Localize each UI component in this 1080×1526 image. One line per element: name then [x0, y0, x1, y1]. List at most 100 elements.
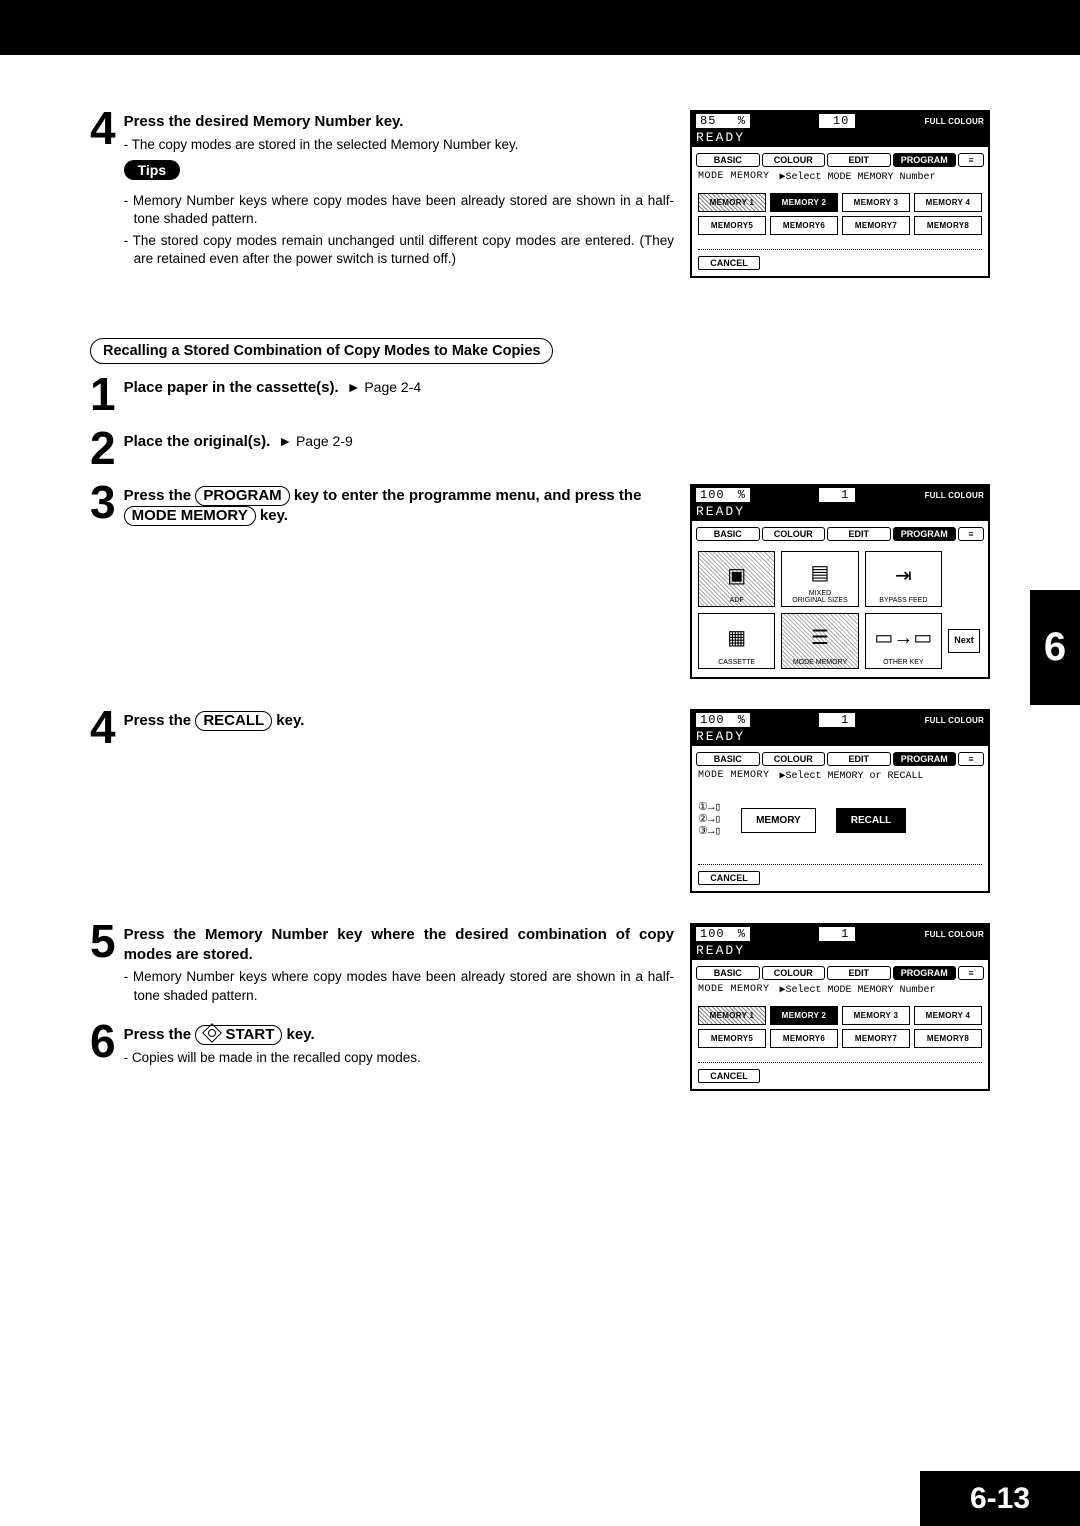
lcd-full-colour: FULL COLOUR — [925, 117, 984, 126]
prog-other-key-button[interactable]: ▭→▭OTHER KEY — [865, 613, 942, 669]
lcd-tab-icon[interactable]: ≡ — [958, 966, 984, 980]
reference-arrow-icon: ► — [347, 379, 361, 395]
lcd-tab-program[interactable]: PROGRAM — [893, 527, 957, 541]
step-sub: - The copy modes are stored in the selec… — [124, 136, 674, 154]
memory-1-button[interactable]: MEMORY 1 — [698, 1006, 766, 1025]
lcd-tab-edit[interactable]: EDIT — [827, 752, 891, 766]
page-reference: Page 2-9 — [296, 433, 353, 449]
lcd-tab-edit[interactable]: EDIT — [827, 153, 891, 167]
section-title-pill: Recalling a Stored Combination of Copy M… — [90, 338, 553, 364]
page-reference: Page 2-4 — [364, 379, 421, 395]
memory-8-button[interactable]: MEMORY8 — [914, 1029, 982, 1048]
tip-text: - Memory Number keys where copy modes ha… — [124, 192, 674, 228]
lcd-ready: READY — [692, 943, 988, 960]
prog-mixed-button[interactable]: ▤MIXED ORIGINAL SIZES — [781, 551, 858, 607]
prog-adf-button[interactable]: ▣ADF — [698, 551, 775, 607]
step-number: 6 — [90, 1023, 116, 1067]
lcd-tab-edit[interactable]: EDIT — [827, 966, 891, 980]
lcd-screen-3: 100 % 1 FULL COLOUR READY BASIC COLOUR E… — [690, 709, 990, 893]
memory-4-button[interactable]: MEMORY 4 — [914, 1006, 982, 1025]
lcd-prompt-prefix: MODE MEMORY — [698, 770, 770, 782]
memory-7-button[interactable]: MEMORY7 — [842, 1029, 910, 1048]
lcd-tab-basic[interactable]: BASIC — [696, 966, 760, 980]
lcd-count: 1 — [819, 488, 855, 502]
lcd-tab-program[interactable]: PROGRAM — [893, 966, 957, 980]
lcd-tab-icon[interactable]: ≡ — [958, 527, 984, 541]
lcd-zoom: 85 — [700, 114, 716, 128]
memory-button[interactable]: MEMORY — [741, 808, 816, 833]
prog-mode-memory-button[interactable]: ☰MODE MEMORY — [781, 613, 858, 669]
memory-7-button[interactable]: MEMORY7 — [842, 216, 910, 235]
lcd-count: 10 — [819, 114, 855, 128]
prog-bypass-button[interactable]: ⇥BYPASS FEED — [865, 551, 942, 607]
lcd-prompt-prefix: MODE MEMORY — [698, 984, 770, 996]
lcd-tab-basic[interactable]: BASIC — [696, 153, 760, 167]
lcd-prompt: ▶Select MEMORY or RECALL — [780, 770, 924, 782]
tip-text: - The stored copy modes remain unchanged… — [124, 232, 674, 268]
step-title: Press the START key. — [124, 1026, 315, 1043]
lcd-cancel-button[interactable]: CANCEL — [698, 1069, 760, 1083]
lcd-cancel-button[interactable]: CANCEL — [698, 256, 760, 270]
lcd-tab-icon[interactable]: ≡ — [958, 752, 984, 766]
step-number: 3 — [90, 484, 116, 526]
prog-cassette-button[interactable]: ▦CASSETTE — [698, 613, 775, 669]
lcd-ready: READY — [692, 729, 988, 746]
lcd-tab-program[interactable]: PROGRAM — [893, 153, 957, 167]
step-number: 1 — [90, 376, 116, 412]
memory-2-button[interactable]: MEMORY 2 — [770, 193, 838, 212]
memory-2-button[interactable]: MEMORY 2 — [770, 1006, 838, 1025]
mode-memory-key-label: MODE MEMORY — [124, 506, 256, 526]
step-sub: - Copies will be made in the recalled co… — [124, 1049, 674, 1067]
lcd-count: 1 — [819, 713, 855, 727]
step-title: Place paper in the cassette(s). — [124, 379, 339, 396]
lcd-cancel-button[interactable]: CANCEL — [698, 871, 760, 885]
lcd-tab-basic[interactable]: BASIC — [696, 527, 760, 541]
mode-memory-icon: ①→▯②→▯③→▯ — [698, 802, 721, 838]
top-black-bar — [0, 0, 1080, 55]
lcd-tab-colour[interactable]: COLOUR — [762, 527, 826, 541]
memory-1-button[interactable]: MEMORY 1 — [698, 193, 766, 212]
memory-6-button[interactable]: MEMORY6 — [770, 1029, 838, 1048]
reference-arrow-icon: ► — [278, 433, 292, 449]
lcd-zoom: 100 — [700, 713, 725, 727]
lcd-tab-icon[interactable]: ≡ — [958, 153, 984, 167]
lcd-zoom: 100 — [700, 927, 725, 941]
lcd-tab-program[interactable]: PROGRAM — [893, 752, 957, 766]
memory-8-button[interactable]: MEMORY8 — [914, 216, 982, 235]
tips-badge: Tips — [124, 160, 181, 180]
lcd-prompt: ▶Select MODE MEMORY Number — [780, 171, 936, 183]
step-sub: - Memory Number keys where copy modes ha… — [124, 968, 674, 1004]
lcd-screen-2: 100 % 1 FULL COLOUR READY BASIC COLOUR E… — [690, 484, 990, 679]
lcd-screen-4: 100 % 1 FULL COLOUR READY BASIC COLOUR E… — [690, 923, 990, 1091]
lcd-tab-colour[interactable]: COLOUR — [762, 752, 826, 766]
page-number: 6-13 — [920, 1471, 1080, 1526]
lcd-tab-colour[interactable]: COLOUR — [762, 966, 826, 980]
program-key-label: PROGRAM — [195, 486, 289, 506]
chapter-tab: 6 — [1030, 590, 1080, 705]
lcd-tab-colour[interactable]: COLOUR — [762, 153, 826, 167]
memory-5-button[interactable]: MEMORY5 — [698, 1029, 766, 1048]
step-number: 2 — [90, 430, 116, 466]
step-title: Press the desired Memory Number key. — [124, 112, 674, 132]
memory-3-button[interactable]: MEMORY 3 — [842, 193, 910, 212]
lcd-ready: READY — [692, 504, 988, 521]
recall-button[interactable]: RECALL — [836, 808, 907, 833]
lcd-tab-edit[interactable]: EDIT — [827, 527, 891, 541]
lcd-full-colour: FULL COLOUR — [925, 930, 984, 939]
step-number: 4 — [90, 709, 116, 745]
lcd-zoom: 100 — [700, 488, 725, 502]
lcd-ready: READY — [692, 130, 988, 147]
prog-next-button[interactable]: Next — [948, 629, 980, 653]
step-title: Place the original(s). — [124, 433, 271, 450]
step-number: 5 — [90, 923, 116, 1004]
start-diamond-icon — [202, 1023, 222, 1043]
lcd-tab-basic[interactable]: BASIC — [696, 752, 760, 766]
lcd-count: 1 — [819, 927, 855, 941]
memory-5-button[interactable]: MEMORY5 — [698, 216, 766, 235]
memory-6-button[interactable]: MEMORY6 — [770, 216, 838, 235]
lcd-prompt: ▶Select MODE MEMORY Number — [780, 984, 936, 996]
lcd-prompt-prefix: MODE MEMORY — [698, 171, 770, 183]
memory-3-button[interactable]: MEMORY 3 — [842, 1006, 910, 1025]
step-number: 4 — [90, 110, 116, 269]
memory-4-button[interactable]: MEMORY 4 — [914, 193, 982, 212]
